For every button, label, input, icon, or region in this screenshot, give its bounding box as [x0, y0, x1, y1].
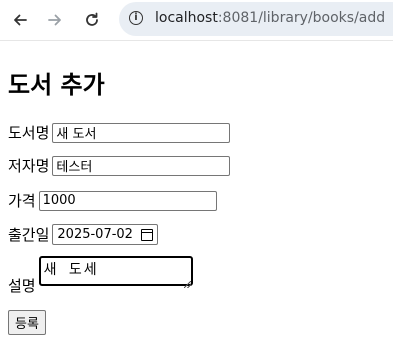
arrow-left-icon: [14, 14, 27, 26]
url-path: :8081/library/books/add: [217, 10, 386, 26]
author-label: 저자명: [8, 157, 50, 175]
date-value: 2025-07-02: [57, 227, 133, 242]
submit-button[interactable]: 등록: [8, 310, 46, 335]
description-wrapper: 새 도세: [38, 256, 193, 290]
reload-button[interactable]: [78, 6, 106, 34]
author-row: 저자명: [8, 155, 231, 176]
submit-row: 등록: [8, 310, 46, 335]
title-row: 도서명: [8, 122, 231, 143]
description-label: 설명: [8, 277, 36, 295]
date-input[interactable]: 2025-07-02: [52, 224, 159, 245]
price-label: 가격: [8, 192, 36, 210]
description-row: 설명 새 도세: [8, 256, 193, 295]
date-label: 출간일: [8, 226, 50, 244]
url-host: localhost: [155, 10, 218, 26]
author-input[interactable]: [52, 155, 231, 176]
forward-button[interactable]: [41, 6, 69, 34]
calendar-icon[interactable]: [141, 228, 154, 241]
description-textarea[interactable]: 새 도세: [38, 256, 193, 286]
back-button[interactable]: [6, 6, 34, 34]
date-row: 출간일 2025-07-02: [8, 224, 159, 245]
price-input[interactable]: [38, 190, 217, 211]
reload-icon: [86, 12, 98, 26]
resize-grip-icon[interactable]: [183, 281, 191, 288]
address-bar[interactable]: i localhost:8081/library/books/add: [119, 2, 393, 36]
title-label: 도서명: [8, 124, 50, 142]
info-icon[interactable]: i: [129, 11, 143, 25]
title-input[interactable]: [52, 122, 231, 143]
browser-toolbar: i localhost:8081/library/books/add: [0, 0, 393, 41]
url-text: localhost:8081/library/books/add: [155, 10, 385, 26]
arrow-right-icon: [48, 14, 61, 26]
page-title: 도서 추가: [8, 71, 105, 99]
price-row: 가격: [8, 190, 217, 211]
